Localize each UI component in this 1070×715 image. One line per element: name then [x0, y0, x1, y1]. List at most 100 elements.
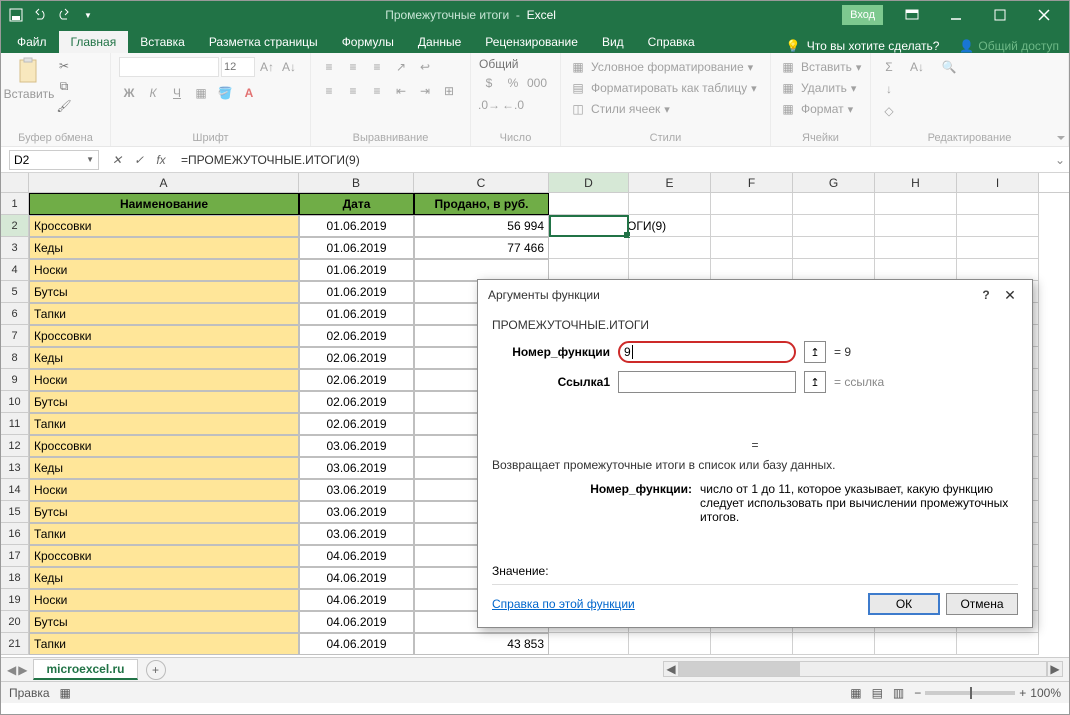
header-sold[interactable]: Продано, в руб. — [414, 193, 549, 215]
indent-more-icon[interactable]: ⇥ — [415, 81, 435, 101]
cell-date[interactable]: 03.06.2019 — [299, 457, 414, 479]
col-A[interactable]: A — [29, 173, 299, 192]
row-4[interactable]: 4 — [1, 259, 29, 281]
align-left-icon[interactable]: ≡ — [319, 81, 339, 101]
ribbon-display-icon[interactable] — [891, 1, 933, 29]
comma-icon[interactable]: 000 — [527, 73, 547, 93]
conditional-format-button[interactable]: ▦Условное форматирование ▾ — [569, 57, 753, 77]
chevron-down-icon[interactable]: ▼ — [86, 155, 94, 164]
maximize-icon[interactable] — [979, 1, 1021, 29]
cell-name[interactable]: Бутсы — [29, 501, 299, 523]
cell-name[interactable]: Тапки — [29, 633, 299, 655]
decrease-decimal-icon[interactable]: ←.0 — [503, 95, 523, 115]
view-normal-icon[interactable]: ▦ — [850, 686, 861, 700]
save-icon[interactable] — [5, 4, 27, 26]
align-mid-icon[interactable]: ≡ — [343, 57, 363, 77]
add-sheet-icon[interactable]: + — [146, 660, 166, 680]
orientation-icon[interactable]: ↗ — [391, 57, 411, 77]
cell-name[interactable]: Кроссовки — [29, 435, 299, 457]
cell-name[interactable]: Бутсы — [29, 391, 299, 413]
sheet-tab[interactable]: microexcel.ru — [33, 659, 137, 680]
arg2-range-picker-icon[interactable]: ↥ — [804, 371, 826, 393]
cell-date[interactable]: 04.06.2019 — [299, 589, 414, 611]
close-icon[interactable] — [1023, 1, 1065, 29]
cell-date[interactable]: 02.06.2019 — [299, 413, 414, 435]
col-D[interactable]: D — [549, 173, 629, 192]
cell-name[interactable]: Тапки — [29, 413, 299, 435]
cancel-formula-icon[interactable]: ✕ — [107, 150, 127, 170]
expand-formula-icon[interactable]: ⌄ — [1051, 153, 1069, 167]
tab-formulas[interactable]: Формулы — [330, 31, 406, 53]
find-icon[interactable]: 🔍 — [935, 57, 963, 77]
tab-home[interactable]: Главная — [59, 31, 129, 53]
cell-date[interactable]: 04.06.2019 — [299, 567, 414, 589]
paste-button[interactable]: Вставить — [9, 57, 49, 101]
arg1-range-picker-icon[interactable]: ↥ — [804, 341, 826, 363]
font-size-combo[interactable]: 12 — [221, 57, 255, 77]
cell-date[interactable]: 02.06.2019 — [299, 347, 414, 369]
tab-review[interactable]: Рецензирование — [473, 31, 590, 53]
minimize-icon[interactable] — [935, 1, 977, 29]
wrap-icon[interactable]: ↩ — [415, 57, 435, 77]
row-19[interactable]: 19 — [1, 589, 29, 611]
cell-date[interactable]: 01.06.2019 — [299, 303, 414, 325]
row-8[interactable]: 8 — [1, 347, 29, 369]
cell-date[interactable]: 03.06.2019 — [299, 523, 414, 545]
cell-date[interactable]: 01.06.2019 — [299, 281, 414, 303]
sheet-prev-icon[interactable]: ◀ — [7, 663, 16, 677]
increase-decimal-icon[interactable]: .0→ — [479, 95, 499, 115]
enter-formula-icon[interactable]: ✓ — [129, 150, 149, 170]
cell-date[interactable]: 03.06.2019 — [299, 479, 414, 501]
col-G[interactable]: G — [793, 173, 875, 192]
tab-page-layout[interactable]: Разметка страницы — [197, 31, 330, 53]
merge-icon[interactable]: ⊞ — [439, 81, 459, 101]
bold-button[interactable]: Ж — [119, 83, 139, 103]
arg1-input[interactable]: 9 — [618, 341, 796, 363]
cell-name[interactable]: Тапки — [29, 303, 299, 325]
cell-date[interactable]: 03.06.2019 — [299, 435, 414, 457]
cell-name[interactable]: Кроссовки — [29, 215, 299, 237]
row-18[interactable]: 18 — [1, 567, 29, 589]
active-cell[interactable] — [549, 215, 629, 237]
cell-name[interactable]: Кеды — [29, 457, 299, 479]
cell-name[interactable]: Кроссовки — [29, 545, 299, 567]
cut-icon[interactable]: ✂ — [53, 57, 75, 75]
zoom-out-icon[interactable]: − — [914, 686, 921, 700]
select-all[interactable] — [1, 173, 29, 192]
zoom-in-icon[interactable]: + — [1019, 686, 1026, 700]
cell-date[interactable]: 02.06.2019 — [299, 325, 414, 347]
tab-insert[interactable]: Вставка — [128, 31, 197, 53]
font-name-combo[interactable] — [119, 57, 219, 77]
autosum-icon[interactable]: Σ — [879, 57, 899, 77]
row-14[interactable]: 14 — [1, 479, 29, 501]
header-name[interactable]: Наименование — [29, 193, 299, 215]
cell-date[interactable]: 01.06.2019 — [299, 237, 414, 259]
cell-date[interactable]: 02.06.2019 — [299, 391, 414, 413]
cell-name[interactable]: Носки — [29, 589, 299, 611]
row-21[interactable]: 21 — [1, 633, 29, 655]
delete-cells-button[interactable]: ▦Удалить ▾ — [779, 78, 856, 98]
percent-icon[interactable]: % — [503, 73, 523, 93]
cell-date[interactable]: 03.06.2019 — [299, 501, 414, 523]
cancel-button[interactable]: Отмена — [946, 593, 1018, 615]
zoom-control[interactable]: − + 100% — [914, 686, 1061, 700]
row-15[interactable]: 15 — [1, 501, 29, 523]
copy-icon[interactable]: ⧉ — [53, 77, 75, 95]
format-cells-button[interactable]: ▦Формат ▾ — [779, 99, 853, 119]
format-table-button[interactable]: ▤Форматировать как таблицу ▾ — [569, 78, 757, 98]
tab-view[interactable]: Вид — [590, 31, 636, 53]
currency-icon[interactable]: $ — [479, 73, 499, 93]
row-17[interactable]: 17 — [1, 545, 29, 567]
clear-icon[interactable]: ◇ — [879, 101, 899, 121]
dialog-close-icon[interactable]: ✕ — [998, 287, 1022, 304]
align-top-icon[interactable]: ≡ — [319, 57, 339, 77]
cell-name[interactable]: Носки — [29, 479, 299, 501]
decrease-font-icon[interactable]: A↓ — [279, 57, 299, 77]
cell-name[interactable]: Кеды — [29, 567, 299, 589]
cell-name[interactable]: Носки — [29, 259, 299, 281]
col-B[interactable]: B — [299, 173, 414, 192]
col-H[interactable]: H — [875, 173, 957, 192]
view-break-icon[interactable]: ▥ — [893, 686, 904, 700]
fx-icon[interactable]: fx — [151, 150, 171, 170]
align-right-icon[interactable]: ≡ — [367, 81, 387, 101]
